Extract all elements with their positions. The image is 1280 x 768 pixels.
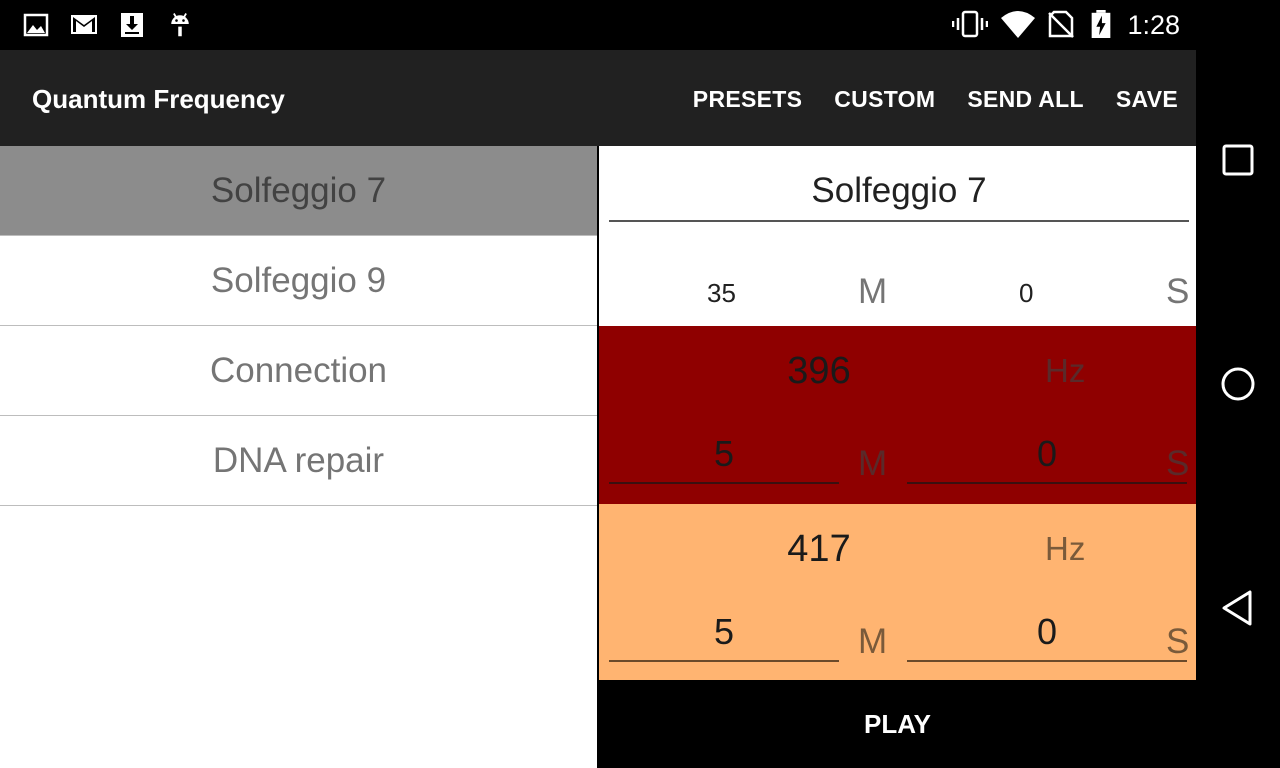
recents-icon[interactable]	[1216, 138, 1260, 182]
app-bar: Quantum Frequency PRESETS CUSTOM SEND AL…	[0, 50, 1196, 146]
frequency-block-396: 396 Hz 5 M 0 S	[599, 326, 1196, 504]
total-seconds-unit: S	[1166, 272, 1190, 311]
frequency-unit: Hz	[1045, 352, 1086, 389]
frequency-block-417: 417 Hz 5 M 0 S	[599, 504, 1196, 682]
image-icon	[23, 13, 49, 37]
preset-detail-pane: Solfeggio 7 35 M 0 S 396 Hz 5 M 0 S 417 …	[597, 146, 1196, 768]
frequency-seconds-unit: S	[1166, 444, 1190, 483]
preset-name-input[interactable]: Solfeggio 7	[609, 160, 1189, 222]
frequency-unit: Hz	[1045, 530, 1086, 567]
app-title: Quantum Frequency	[32, 84, 285, 114]
vibrate-icon	[952, 10, 988, 38]
gmail-icon	[71, 15, 97, 34]
frequency-value[interactable]: 417	[599, 528, 1039, 571]
frequency-seconds-input[interactable]: 0	[907, 596, 1187, 662]
wifi-icon	[1001, 11, 1035, 38]
frequency-minutes-unit: M	[858, 444, 888, 483]
presets-button[interactable]: PRESETS	[693, 82, 802, 116]
send-all-button[interactable]: SEND ALL	[967, 82, 1084, 116]
download-icon	[121, 13, 143, 37]
frequency-seconds-input[interactable]: 0	[907, 418, 1187, 484]
status-bar: 1:28	[0, 0, 1196, 50]
back-icon[interactable]	[1216, 586, 1260, 630]
preset-list: Solfeggio 7 Solfeggio 9 Connection DNA r…	[0, 146, 597, 768]
frequency-minutes-unit: M	[858, 622, 888, 661]
play-button[interactable]: PLAY	[599, 680, 1196, 768]
total-seconds: 0	[1019, 278, 1034, 308]
preset-item-solfeggio-9[interactable]: Solfeggio 9	[0, 236, 597, 326]
frequency-value[interactable]: 396	[599, 350, 1039, 393]
navigation-bar	[1196, 0, 1280, 768]
save-button[interactable]: SAVE	[1116, 82, 1178, 116]
frequency-seconds-unit: S	[1166, 622, 1190, 661]
total-minutes: 35	[707, 278, 736, 308]
no-sim-icon	[1048, 10, 1074, 38]
home-icon[interactable]	[1216, 362, 1260, 406]
action-menu: PRESETS CUSTOM SEND ALL SAVE	[693, 82, 1178, 116]
frequency-minutes-input[interactable]: 5	[609, 418, 839, 484]
clock-time: 1:28	[1127, 10, 1180, 40]
battery-charging-icon	[1091, 10, 1111, 38]
custom-button[interactable]: CUSTOM	[834, 82, 935, 116]
preset-item-dna-repair[interactable]: DNA repair	[0, 416, 597, 506]
preset-item-connection[interactable]: Connection	[0, 326, 597, 416]
android-icon	[171, 13, 189, 37]
total-minutes-unit: M	[858, 272, 888, 311]
frequency-minutes-input[interactable]: 5	[609, 596, 839, 662]
total-duration-row: 35 M 0 S	[599, 258, 1196, 324]
preset-item-solfeggio-7[interactable]: Solfeggio 7	[0, 146, 597, 236]
